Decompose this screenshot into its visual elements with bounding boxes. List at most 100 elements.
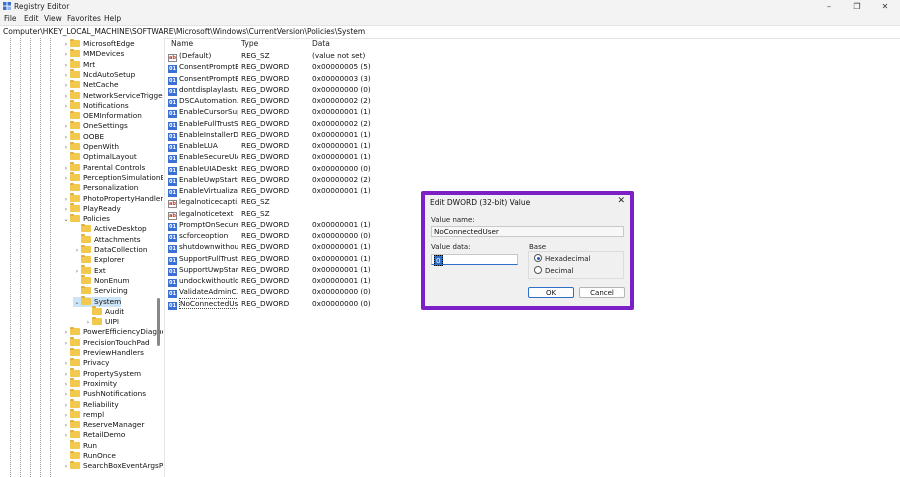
tree-item[interactable]: › RetailDemo bbox=[62, 429, 125, 440]
tree-item[interactable]: › Mrt bbox=[62, 59, 95, 70]
chevron-right-icon[interactable]: › bbox=[62, 462, 70, 472]
value-row[interactable]: 01EnableSecureUIA...REG_DWORD 0x00000001 … bbox=[168, 151, 371, 164]
tree-item[interactable]: › NcdAutoSetup bbox=[62, 69, 135, 80]
value-row[interactable]: 01SupportFullTrust...REG_DWORD 0x00000001… bbox=[168, 253, 371, 265]
value-row[interactable]: 01NoConnectedUserREG_DWORD 0x00000000 (0) bbox=[168, 297, 371, 310]
tree-item[interactable]: › OOBE bbox=[62, 131, 104, 142]
tree-item[interactable]: › Ext bbox=[73, 265, 106, 276]
value-row[interactable]: 01shutdownwithou...REG_DWORD 0x00000001 (… bbox=[168, 241, 371, 254]
tree-item[interactable]: › UIPI bbox=[84, 316, 120, 327]
tree-item[interactable]: › Reliability bbox=[62, 399, 119, 410]
tree-item[interactable]: › SearchBoxEventArgsProvider bbox=[62, 460, 163, 472]
value-row[interactable]: ab (Default) REG_SZ (value not set) bbox=[168, 50, 368, 62]
tree-item[interactable]: OptimalLayout bbox=[62, 151, 137, 162]
close-button[interactable]: ✕ bbox=[871, 0, 899, 13]
tree-scrollbar[interactable] bbox=[157, 38, 160, 477]
tree-item[interactable]: Run bbox=[62, 440, 97, 451]
tree-item[interactable]: › MicrosoftEdge bbox=[62, 38, 135, 49]
cancel-button[interactable]: Cancel bbox=[579, 287, 625, 298]
tree-item[interactable]: Personalization bbox=[62, 182, 138, 193]
value-row[interactable]: 01 DSCAutomation... REG_DWORD 0x00000002 (2… bbox=[168, 95, 371, 107]
address-bar[interactable]: Computer\HKEY_LOCAL_MACHINE\SOFTWARE\Mic… bbox=[0, 25, 900, 39]
hexadecimal-option[interactable]: Hexadecimal bbox=[534, 254, 590, 263]
value-row[interactable]: 01EnableVirtualizat...REG_DWORD 0x0000000… bbox=[168, 185, 371, 197]
address-path: Computer\HKEY_LOCAL_MACHINE\SOFTWARE\Mic… bbox=[3, 27, 366, 36]
value-row[interactable]: ab legalnoticetext REG_SZ bbox=[168, 208, 368, 220]
value-row[interactable]: 01dontdisplaylastu...REG_DWORD 0x00000000… bbox=[168, 84, 371, 96]
menu-favorites[interactable]: Favorites bbox=[67, 14, 101, 23]
tree-item[interactable]: › OpenWith bbox=[62, 141, 119, 152]
value-row[interactable]: ab legalnoticecapti... REG_SZ bbox=[168, 196, 368, 209]
tree-item[interactable]: › Proximity bbox=[62, 378, 117, 389]
tree-item[interactable]: › Privacy bbox=[62, 357, 109, 368]
tree-item[interactable]: › PropertySystem bbox=[62, 368, 141, 379]
tree-item[interactable]: Servicing bbox=[73, 285, 128, 296]
tree-item[interactable]: RunOnce bbox=[62, 450, 116, 461]
tree-item[interactable]: PreviewHandlers bbox=[62, 347, 144, 358]
menu-view[interactable]: View bbox=[44, 14, 62, 23]
minimize-button[interactable]: – bbox=[815, 0, 843, 13]
value-row[interactable]: 01ConsentPromptB...REG_DWORD 0x00000003 (… bbox=[168, 73, 371, 85]
value-row[interactable]: 01 scforceoption REG_DWORD 0x00000000 (0) bbox=[168, 230, 371, 242]
dialog-close-icon[interactable]: ✕ bbox=[617, 196, 625, 206]
folder-icon bbox=[70, 399, 80, 408]
folder-icon bbox=[70, 151, 80, 161]
value-data-field[interactable]: 0 bbox=[431, 254, 518, 266]
tree-item-label: Policies bbox=[83, 214, 110, 224]
column-header-name[interactable]: Name bbox=[171, 39, 193, 48]
chevron-down-icon[interactable]: ⌄ bbox=[62, 215, 70, 225]
tree-item[interactable]: ActiveDesktop bbox=[73, 223, 147, 234]
tree-item[interactable]: ⌄ Policies bbox=[62, 213, 110, 225]
tree-item[interactable]: Audit bbox=[84, 306, 124, 317]
tree-scroll-thumb[interactable] bbox=[157, 298, 160, 346]
hexadecimal-radio[interactable] bbox=[534, 254, 542, 262]
tree-guide-line bbox=[40, 38, 41, 477]
tree-item[interactable]: › PhotoPropertyHandler bbox=[62, 193, 163, 204]
tree-item[interactable]: › Notifications bbox=[62, 100, 129, 111]
tree-item[interactable]: OEMInformation bbox=[62, 110, 142, 121]
value-row[interactable]: 01undockwithoutlo...REG_DWORD 0x00000001 … bbox=[168, 275, 371, 287]
base-label: Base bbox=[529, 243, 547, 251]
column-header-data[interactable]: Data bbox=[312, 39, 330, 48]
value-row[interactable]: 01PromptOnSecure...REG_DWORD 0x00000001 (… bbox=[168, 219, 371, 231]
tree-item[interactable]: › PlayReady bbox=[62, 203, 121, 214]
value-type-cell: REG_DWORD bbox=[241, 163, 290, 173]
tree-item[interactable]: › NetCache bbox=[62, 79, 119, 90]
maximize-button[interactable]: ❐ bbox=[843, 0, 871, 13]
value-row[interactable]: 01EnableUwpStart...REG_DWORD 0x00000002 (… bbox=[168, 174, 371, 186]
decimal-option[interactable]: Decimal bbox=[534, 266, 574, 275]
value-row[interactable]: 01 EnableUIADeskt... REG_DWORD 0x00000000 (… bbox=[168, 163, 371, 175]
tree-item[interactable]: › NetworkServiceTriggers bbox=[62, 90, 163, 101]
tree-item[interactable]: › rempl bbox=[62, 409, 104, 420]
tree-item[interactable]: › OneSettings bbox=[62, 120, 128, 131]
menu-file[interactable]: File bbox=[4, 14, 17, 23]
tree-item[interactable]: › MMDevices bbox=[62, 48, 124, 59]
tree-item[interactable]: ›PowerEfficiencyDiagnostics bbox=[62, 326, 163, 337]
value-row[interactable]: 01EnableCursorSup...REG_DWORD 0x00000001 … bbox=[168, 106, 371, 119]
value-row[interactable]: 01 ValidateAdminC... REG_DWORD 0x00000000 (… bbox=[168, 286, 371, 299]
value-row[interactable]: 01EnableInstallerD...REG_DWORD 0x00000001… bbox=[168, 129, 371, 141]
tree-item[interactable]: Attachments bbox=[73, 234, 141, 245]
pane-splitter[interactable] bbox=[164, 38, 165, 477]
tree-item[interactable]: › DataCollection bbox=[73, 244, 148, 255]
tree-item[interactable]: › PrecisionTouchPad bbox=[62, 337, 150, 348]
menu-help[interactable]: Help bbox=[104, 14, 121, 23]
value-name-field[interactable]: NoConnectedUser bbox=[431, 226, 624, 237]
tree-item[interactable]: › PushNotifications bbox=[62, 388, 146, 399]
value-row[interactable]: 01ConsentPromptB...REG_DWORD 0x00000005 (… bbox=[168, 61, 371, 74]
tree-item-label: UIPI bbox=[105, 317, 120, 327]
value-row[interactable]: 01 EnableLUA REG_DWORD 0x00000001 (1) bbox=[168, 140, 371, 152]
tree-item[interactable]: ›PerceptionSimulationExtensions bbox=[62, 172, 163, 183]
chevron-down-icon[interactable]: ⌄ bbox=[73, 298, 81, 308]
column-header-type[interactable]: Type bbox=[241, 39, 258, 48]
ok-button[interactable]: OK bbox=[528, 287, 574, 298]
tree-item[interactable]: › Parental Controls bbox=[62, 162, 145, 173]
tree-item[interactable]: ⌄ System bbox=[73, 296, 122, 308]
value-row[interactable]: 01EnableFullTrustSt...REG_DWORD 0x0000000… bbox=[168, 118, 371, 130]
tree-item[interactable]: › ReserveManager bbox=[62, 419, 144, 430]
tree-item[interactable]: Explorer bbox=[73, 254, 124, 265]
value-row[interactable]: 01SupportUwpStar...REG_DWORD 0x00000001 (… bbox=[168, 264, 371, 276]
tree-item[interactable]: NonEnum bbox=[73, 275, 130, 286]
menu-edit[interactable]: Edit bbox=[24, 14, 39, 23]
decimal-radio[interactable] bbox=[534, 266, 542, 274]
